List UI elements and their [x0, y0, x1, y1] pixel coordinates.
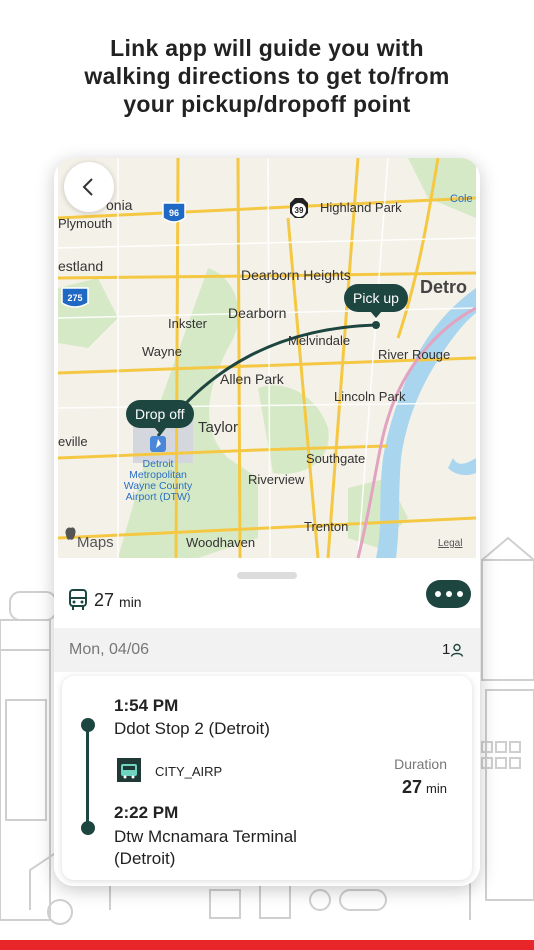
- map-label-westland: estland: [58, 258, 103, 274]
- map-label-belleville: eville: [58, 434, 88, 449]
- map-label-plymouth: Plymouth: [58, 216, 112, 231]
- route-vehicle-icon: [117, 758, 141, 782]
- map-label-detroit: Detro: [420, 277, 467, 297]
- trip-sheet: 27 min Mon, 04/06 1 1:54 PM Ddot Stop 2 …: [54, 558, 480, 886]
- more-dot-icon: [446, 591, 452, 597]
- dropoff-marker[interactable]: Drop off: [126, 400, 194, 434]
- highway-shield-39: 39: [290, 198, 308, 218]
- highway-shield-96: 96: [162, 202, 186, 223]
- bus-icon: [69, 589, 87, 610]
- duration-number: 27: [402, 777, 423, 797]
- map-label-river-rouge: River Rouge: [378, 347, 450, 362]
- timeline-start-dot: [81, 718, 95, 732]
- back-button[interactable]: [64, 162, 114, 212]
- map-label-southgate: Southgate: [306, 451, 365, 466]
- trip-details-card[interactable]: 1:54 PM Ddot Stop 2 (Detroit) CITY_AIRP …: [62, 676, 472, 880]
- highway-shield-275: 275: [61, 287, 89, 308]
- duration-unit: min: [426, 781, 447, 796]
- timeline-line: [86, 724, 89, 828]
- map-label-riverview: Riverview: [248, 472, 305, 487]
- map-label-dearborn: Dearborn: [228, 305, 286, 321]
- shield-275-text: 275: [67, 293, 82, 303]
- map-label-dearborn-heights: Dearborn Heights: [241, 267, 351, 283]
- map-label-inkster: Inkster: [168, 316, 208, 331]
- depart-time: 1:54 PM: [114, 696, 179, 715]
- map-label-melvindale: Melvindale: [288, 333, 350, 348]
- passenger-count: 1: [442, 641, 464, 658]
- shield-96-text: 96: [169, 208, 179, 218]
- map-label-taylor: Taylor: [198, 419, 238, 436]
- headline-line-2: walking directions to get to/from: [84, 63, 450, 89]
- more-dot-icon: [457, 591, 463, 597]
- map-label-allen-park: Allen Park: [220, 371, 285, 387]
- arrive-time: 2:22 PM: [114, 803, 179, 822]
- arrive-stop-line-2: (Detroit): [114, 849, 176, 868]
- headline: Link app will guide you with walking dir…: [0, 34, 534, 118]
- arrive-stop: Dtw Mcnamara Terminal (Detroit): [114, 826, 297, 870]
- trip-summary: 27 min: [68, 588, 142, 612]
- map-label-airport-4: Airport (DTW): [126, 491, 191, 503]
- brand-bar: [0, 940, 534, 950]
- map-label-woodhaven: Woodhaven: [186, 535, 255, 550]
- maps-attribution-text: Maps: [77, 534, 114, 551]
- trip-date: Mon, 04/06: [69, 641, 150, 658]
- map-label-cole: Cole: [450, 193, 473, 205]
- more-options-button[interactable]: [426, 580, 471, 608]
- shield-39-text: 39: [295, 206, 304, 215]
- legal-link[interactable]: Legal: [438, 538, 462, 549]
- headline-line-3: your pickup/dropoff point: [123, 91, 411, 117]
- map-label-lincoln-park: Lincoln Park: [334, 389, 406, 404]
- chevron-left-icon: [82, 178, 93, 196]
- route-name: CITY_AIRP: [155, 764, 223, 779]
- pickup-marker[interactable]: Pick up: [344, 284, 408, 318]
- duration-label: Duration: [394, 756, 447, 772]
- trip-card-mockup: 96 275 39 onia Plymouth estland Inkster …: [54, 158, 480, 886]
- sheet-grabber[interactable]: [237, 572, 297, 579]
- depart-stop: Ddot Stop 2 (Detroit): [114, 719, 270, 738]
- trip-duration-unit: min: [119, 593, 142, 610]
- headline-line-1: Link app will guide you with: [110, 35, 424, 61]
- more-dot-icon: [435, 591, 441, 597]
- route-map[interactable]: 96 275 39 onia Plymouth estland Inkster …: [58, 158, 476, 558]
- arrive-stop-line-1: Dtw Mcnamara Terminal: [114, 827, 297, 846]
- timeline-end-dot: [81, 821, 95, 835]
- person-icon: [451, 643, 464, 657]
- passenger-count-value: 1: [442, 641, 451, 658]
- map-label-trenton: Trenton: [304, 519, 348, 534]
- map-label-wayne: Wayne: [142, 344, 182, 359]
- trip-duration-value: 27: [94, 589, 115, 610]
- duration-value: 27 min: [402, 777, 447, 798]
- date-row: Mon, 04/06 1: [54, 628, 480, 672]
- map-label-highland-park: Highland Park: [320, 200, 402, 215]
